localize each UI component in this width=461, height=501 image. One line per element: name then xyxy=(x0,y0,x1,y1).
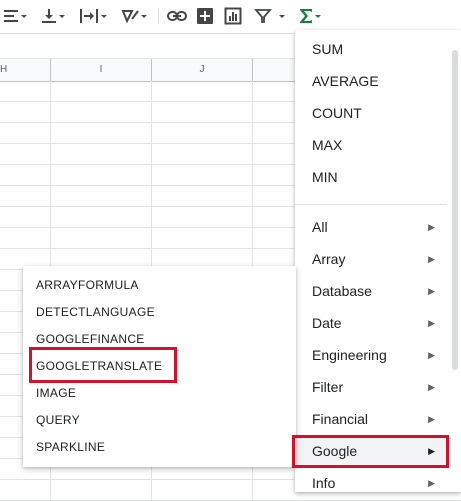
chevron-down-icon xyxy=(279,15,285,18)
menu-item-label: SUM xyxy=(312,41,344,57)
menu-item-label: MIN xyxy=(312,169,338,185)
menu-item-label: Engineering xyxy=(312,347,387,363)
insert-chart-button[interactable] xyxy=(224,5,242,27)
filter-icon xyxy=(254,9,272,23)
menu-item-max[interactable]: MAX xyxy=(295,130,447,160)
submenu-arrow-icon: ▶ xyxy=(428,318,435,328)
menu-item-financial[interactable]: Financial ▶ xyxy=(295,404,447,434)
menu-item-sum[interactable]: SUM xyxy=(295,34,447,64)
toolbar-divider xyxy=(158,8,159,24)
menu-item-all[interactable]: All ▶ xyxy=(295,212,447,242)
chevron-down-icon xyxy=(315,15,321,18)
insert-link-button[interactable] xyxy=(166,5,188,27)
submenu-item-arrayformula[interactable]: ARRAYFORMULA xyxy=(23,272,296,299)
submenu-item-sparkline[interactable]: SPARKLINE xyxy=(23,434,296,461)
menu-item-label: Filter xyxy=(312,379,344,395)
menu-item-label: Date xyxy=(312,315,342,331)
submenu-arrow-icon: ▶ xyxy=(428,478,435,488)
menu-item-engineering[interactable]: Engineering ▶ xyxy=(295,340,447,370)
insert-comment-button[interactable] xyxy=(196,5,214,27)
text-wrapping-button[interactable] xyxy=(78,5,108,27)
toolbar xyxy=(0,0,461,34)
menu-item-array[interactable]: Array ▶ xyxy=(295,244,447,274)
submenu-item-query[interactable]: QUERY xyxy=(23,407,296,434)
insert-chart-icon xyxy=(224,7,242,25)
column-header-j[interactable]: J xyxy=(152,59,253,81)
column-header-h[interactable]: H xyxy=(0,59,51,81)
insert-comment-icon xyxy=(197,8,213,24)
functions-button[interactable] xyxy=(298,5,322,27)
submenu-arrow-icon: ▶ xyxy=(428,414,435,424)
filter-button[interactable] xyxy=(254,5,286,27)
text-rotation-button[interactable] xyxy=(120,5,148,27)
menu-item-label: COUNT xyxy=(312,105,362,121)
align-left-icon xyxy=(4,10,18,22)
submenu-arrow-icon: ▶ xyxy=(428,286,435,296)
menu-item-count[interactable]: COUNT xyxy=(295,98,447,128)
menu-item-label: Database xyxy=(312,283,372,299)
menu-item-label: All xyxy=(312,219,328,235)
annotation-box-google xyxy=(292,435,449,468)
submenu-arrow-icon: ▶ xyxy=(428,254,435,264)
menu-item-info[interactable]: Info ▶ xyxy=(295,468,447,498)
submenu-arrow-icon: ▶ xyxy=(428,222,435,232)
menu-item-label: AVERAGE xyxy=(312,73,379,89)
horizontal-align-button[interactable] xyxy=(2,5,28,27)
link-icon xyxy=(167,11,187,21)
vertical-align-button[interactable] xyxy=(40,5,66,27)
menu-item-label: Array xyxy=(312,251,346,267)
menu-item-min[interactable]: MIN xyxy=(295,162,447,192)
menu-item-date[interactable]: Date ▶ xyxy=(295,308,447,338)
annotation-box-googletranslate xyxy=(29,347,177,383)
menu-item-database[interactable]: Database ▶ xyxy=(295,276,447,306)
menu-item-label: Info xyxy=(312,475,336,491)
menu-item-filter[interactable]: Filter ▶ xyxy=(295,372,447,402)
chevron-down-icon xyxy=(101,15,107,18)
text-rotate-icon xyxy=(121,10,139,24)
submenu-item-detectlanguage[interactable]: DETECTLANGUAGE xyxy=(23,299,296,326)
submenu-arrow-icon: ▶ xyxy=(428,350,435,360)
menu-item-label: MAX xyxy=(312,137,343,153)
chevron-down-icon xyxy=(141,15,147,18)
chevron-down-icon xyxy=(59,15,65,18)
menu-item-average[interactable]: AVERAGE xyxy=(295,66,447,96)
menu-scrollbar[interactable] xyxy=(452,50,458,370)
text-wrap-icon xyxy=(80,9,98,23)
submenu-item-image[interactable]: IMAGE xyxy=(23,380,296,407)
vertical-align-icon xyxy=(42,9,56,23)
function-menu: SUM AVERAGE COUNT MAX MIN All ▶ Array ▶ Da… xyxy=(295,30,461,492)
submenu-arrow-icon: ▶ xyxy=(428,382,435,392)
column-header-i[interactable]: I xyxy=(51,59,152,81)
chevron-down-icon xyxy=(21,15,27,18)
menu-divider xyxy=(295,204,447,205)
menu-item-label: Financial xyxy=(312,411,369,427)
functions-icon xyxy=(300,9,312,23)
